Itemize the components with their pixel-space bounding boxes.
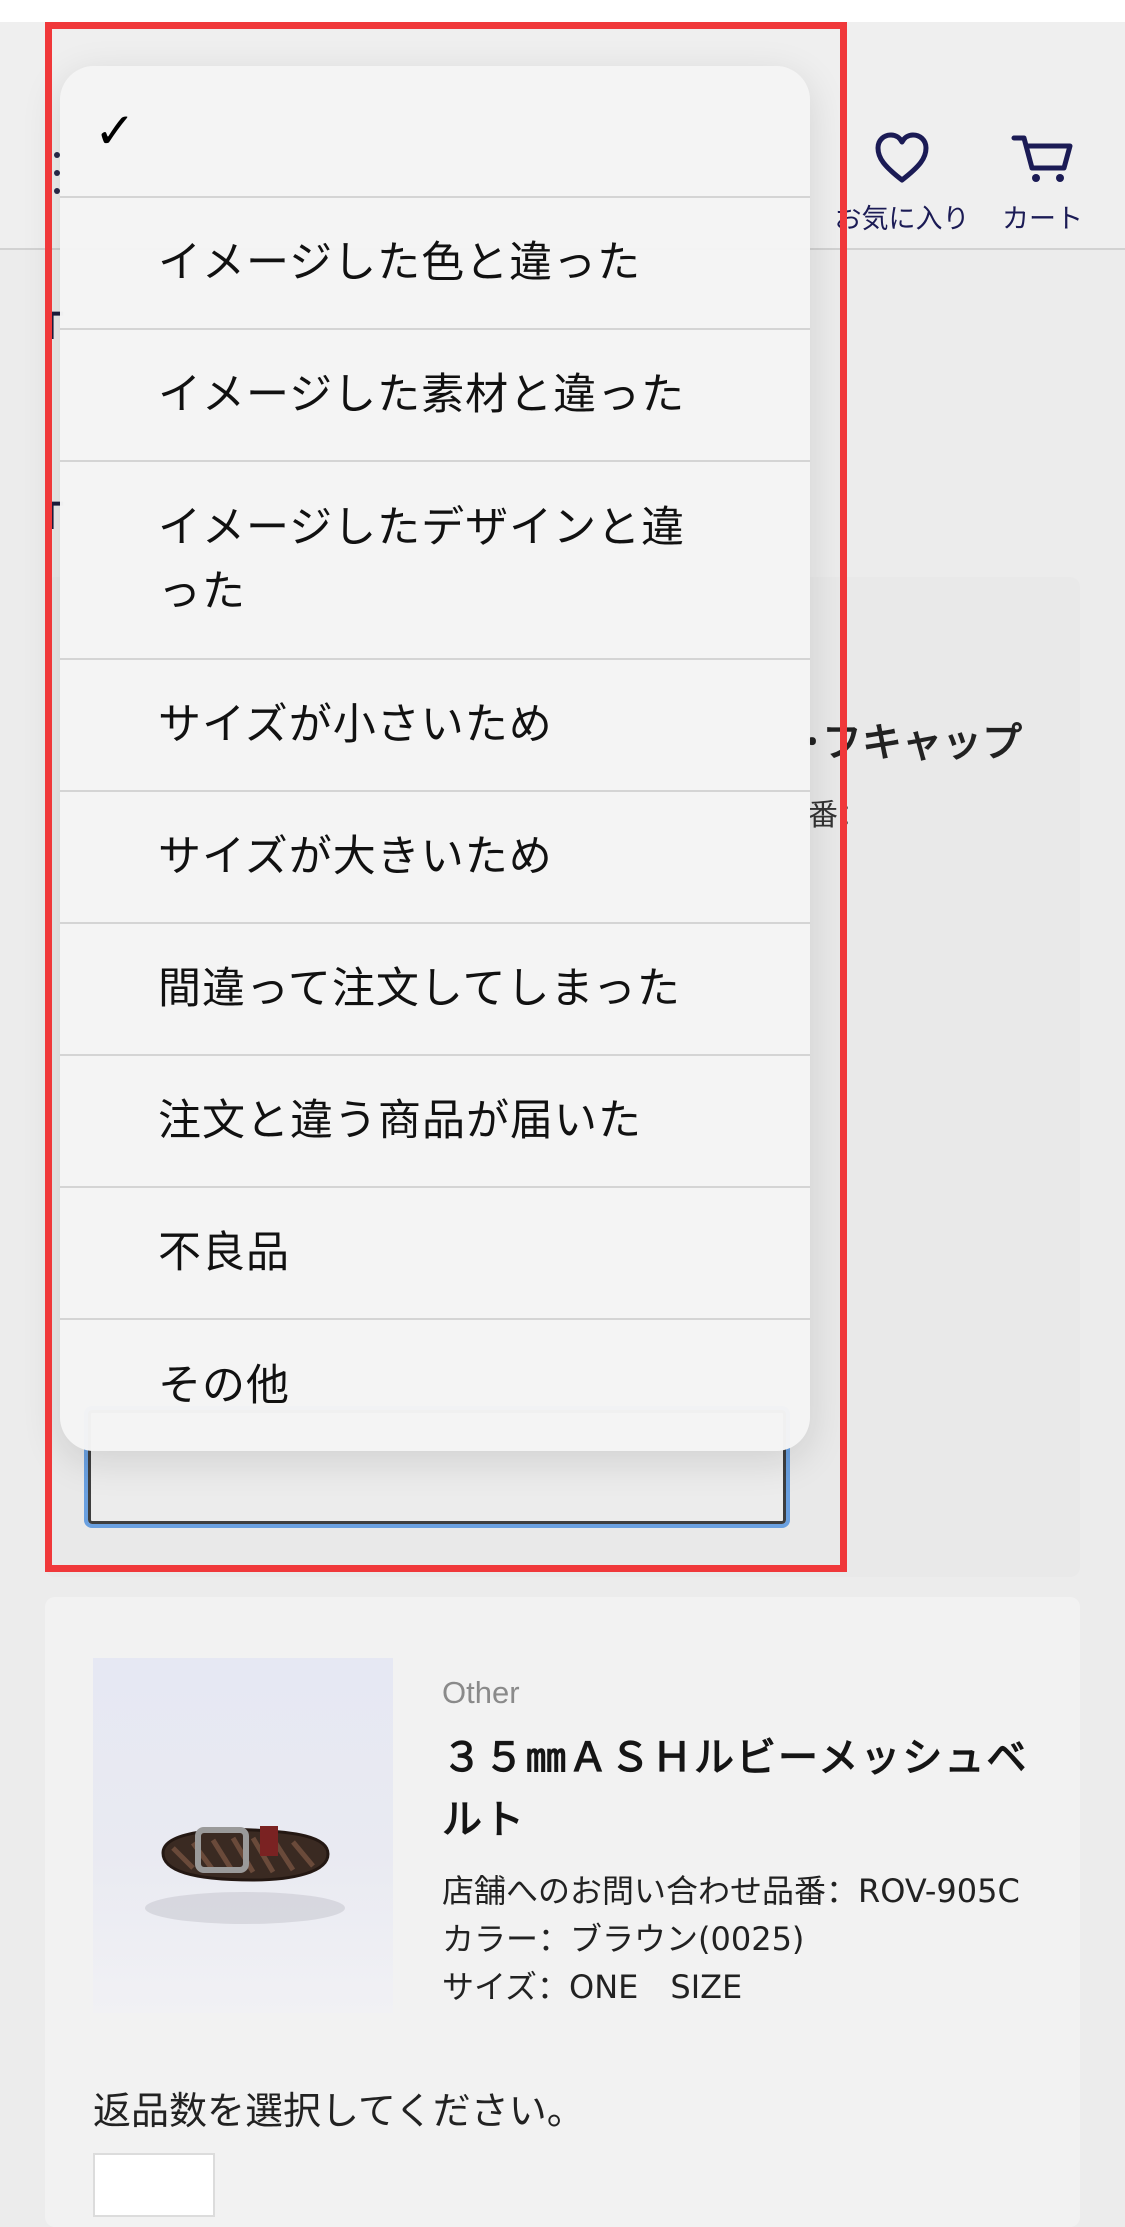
heart-icon [822, 132, 982, 191]
product-code-partial: 番： [808, 798, 868, 833]
dropdown-option-label: イメージしたデザインと違った [158, 503, 686, 617]
dropdown-option[interactable]: 間違って注文してしまった [60, 924, 810, 1056]
return-reason-dropdown: ✓ イメージした色と違った イメージした素材と違った イメージしたデザインと違っ… [60, 66, 810, 1451]
dropdown-option[interactable]: イメージした色と違った [60, 198, 810, 330]
dropdown-option[interactable]: 不良品 [60, 1188, 810, 1320]
dropdown-option-label: 注文と違う商品が届いた [158, 1096, 642, 1146]
dropdown-option[interactable]: その他 [60, 1320, 810, 1451]
product-name-partial: ･フキャップ [802, 720, 1022, 766]
dropdown-option[interactable]: イメージした素材と違った [60, 330, 810, 462]
dropdown-option-label: イメージした色と違った [158, 238, 642, 288]
dropdown-option[interactable]: イメージしたデザインと違った [60, 462, 810, 660]
product-code: 店舗へのお問い合わせ品番：ROV-905C [442, 1872, 1020, 1910]
dropdown-option-label: その他 [158, 1360, 290, 1411]
dropdown-option-label: 間違って注文してしまった [158, 964, 681, 1014]
dropdown-option[interactable]: サイズが大きいため [60, 792, 810, 924]
product-brand: Other [442, 1675, 520, 1710]
favorites-label: お気に入り [834, 204, 970, 235]
dropdown-option[interactable]: ✓ [60, 66, 810, 198]
cart-icon [985, 132, 1100, 191]
status-bar-area [0, 0, 1125, 22]
checkmark-icon: ✓ [94, 102, 136, 160]
dropdown-option-label: 不良品 [158, 1228, 290, 1278]
cart-button[interactable]: カート [985, 132, 1100, 236]
favorites-button[interactable]: お気に入り [822, 132, 982, 236]
dropdown-option[interactable]: サイズが小さいため [60, 660, 810, 792]
product-color: カラー：ブラウン(0025) [442, 1920, 805, 1958]
return-quantity-select[interactable] [93, 2153, 215, 2217]
dropdown-option-label: サイズが小さいため [158, 700, 553, 750]
dropdown-option-label: イメージした素材と違った [158, 370, 686, 420]
product-size: サイズ：ONE SIZE [442, 1968, 743, 2006]
product-name: ３５㎜ＡＳＨルビーメッシュベルト [442, 1735, 1029, 1843]
product-image [93, 1658, 393, 2013]
dropdown-option[interactable]: 注文と違う商品が届いた [60, 1056, 810, 1188]
dropdown-option-label: サイズが大きいため [158, 832, 553, 882]
cart-label: カート [1002, 204, 1083, 235]
return-quantity-label: 返品数を選択してください。 [93, 2089, 585, 2133]
